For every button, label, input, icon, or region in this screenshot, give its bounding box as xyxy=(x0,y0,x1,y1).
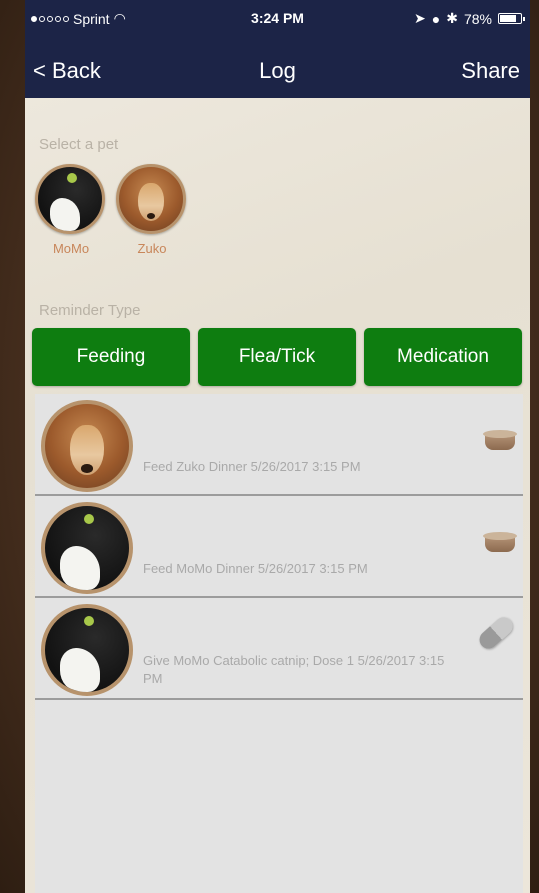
feeding-button[interactable]: Feeding xyxy=(32,328,190,386)
cat-avatar xyxy=(41,502,133,594)
log-entry[interactable]: Feed Zuko Dinner 5/26/2017 3:15 PM xyxy=(35,394,523,496)
momo-avatar[interactable] xyxy=(35,164,105,234)
select-pet-label: Select a pet xyxy=(39,136,119,153)
bluetooth-icon: ✱ xyxy=(446,10,458,26)
log-entry-text: Feed MoMo Dinner 5/26/2017 3:15 PM xyxy=(143,561,368,576)
status-right: ➤ ● ✱ 78% xyxy=(414,10,525,27)
log-entry-text: Give MoMo Catabolic catnip; Dose 1 5/26/… xyxy=(143,653,445,686)
log-entry-text: Feed Zuko Dinner 5/26/2017 3:15 PM xyxy=(143,459,361,474)
location-icon: ➤ xyxy=(414,10,426,26)
share-button[interactable]: Share xyxy=(461,58,520,84)
battery-icon xyxy=(498,13,525,24)
reminder-type-label: Reminder Type xyxy=(39,302,141,319)
dog-avatar xyxy=(41,400,133,492)
log-entry[interactable]: Give MoMo Catabolic catnip; Dose 1 5/26/… xyxy=(35,598,523,700)
battery-percent: 78% xyxy=(463,10,492,27)
bowl-icon xyxy=(483,532,517,554)
alarm-icon: ● xyxy=(431,10,441,27)
log-list: Feed Zuko Dinner 5/26/2017 3:15 PM Feed … xyxy=(35,394,523,893)
pet-momo[interactable]: MoMo xyxy=(35,164,107,256)
pill-icon xyxy=(475,613,517,653)
status-bar: Sprint ◠ 3:24 PM ➤ ● ✱ 78% xyxy=(25,0,530,38)
log-entry[interactable]: Feed MoMo Dinner 5/26/2017 3:15 PM xyxy=(35,496,523,598)
phone-screen: Sprint ◠ 3:24 PM ➤ ● ✱ 78% < Back Log Sh… xyxy=(25,0,530,893)
pet-zuko[interactable]: Zuko xyxy=(116,164,188,256)
zuko-avatar[interactable] xyxy=(116,164,186,234)
flea-tick-button[interactable]: Flea/Tick xyxy=(198,328,356,386)
top-bar: Sprint ◠ 3:24 PM ➤ ● ✱ 78% < Back Log Sh… xyxy=(25,0,530,98)
page-title: Log xyxy=(259,58,296,83)
navigation-bar: < Back Log Share xyxy=(25,48,530,92)
pet-name-zuko: Zuko xyxy=(137,241,167,256)
cat-avatar xyxy=(41,604,133,696)
medication-button[interactable]: Medication xyxy=(364,328,522,386)
bowl-icon xyxy=(483,430,517,452)
pet-name-momo: MoMo xyxy=(52,241,90,256)
